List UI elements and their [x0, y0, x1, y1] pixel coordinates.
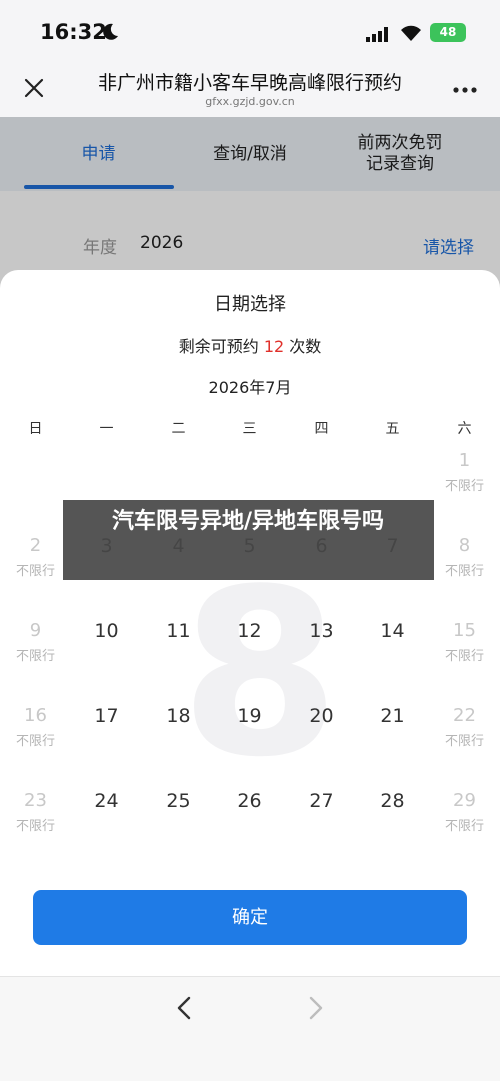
calendar-day-cell[interactable]: 14	[357, 620, 428, 705]
calendar-day-cell[interactable]: 23 不限行	[0, 790, 71, 875]
calendar-day-number: 19	[237, 705, 262, 727]
calendar-day-cell[interactable]: 11	[143, 620, 214, 705]
calendar-day-number: 26	[237, 790, 262, 812]
calendar-day-cell[interactable]: 26	[214, 790, 285, 875]
calendar-day-status: 不限行	[15, 564, 55, 579]
calendar-day-number: 15	[453, 620, 476, 641]
remaining-suffix: 次数	[289, 337, 322, 356]
calendar-day-number: 1	[458, 450, 471, 471]
nav-header: 非广州市籍小客车早晚高峰限行预约 gfxx.gzjd.gov.cn	[0, 62, 500, 117]
calendar-day-cell[interactable]: 24	[71, 790, 142, 875]
calendar-day-cell[interactable]: 28	[357, 790, 428, 875]
date-picker-title: 日期选择	[214, 294, 286, 315]
calendar-day-status: 不限行	[444, 649, 484, 664]
calendar-day-number: 9	[29, 620, 42, 641]
calendar-day-status: 不限行	[444, 479, 484, 494]
calendar-day-status: 不限行	[444, 734, 484, 749]
weekday-thu: 四	[314, 421, 329, 437]
calendar-day-number: 12	[237, 620, 262, 642]
watermark-banner-text: 汽车限号异地/异地车限号吗	[111, 509, 385, 534]
weekday-sat: 六	[457, 421, 472, 437]
calendar-day-cell[interactable]: 12	[214, 620, 285, 705]
remaining-count: 12	[263, 337, 285, 356]
calendar-day-cell[interactable]: 8 不限行	[429, 535, 500, 620]
calendar-day-cell[interactable]: 27	[286, 790, 357, 875]
calendar-day-cell[interactable]: 10	[71, 620, 142, 705]
forward-arrow-icon[interactable]	[302, 995, 328, 1021]
calendar-day-number: 16	[24, 705, 47, 726]
calendar-day-status: 不限行	[444, 819, 484, 834]
calendar-day-number: 10	[94, 620, 119, 642]
calendar-day-cell[interactable]: 25	[143, 790, 214, 875]
back-arrow-icon[interactable]	[172, 995, 198, 1021]
more-options-icon[interactable]	[452, 86, 478, 94]
calendar-day-status: 不限行	[15, 734, 55, 749]
calendar-day-number: 25	[166, 790, 191, 812]
browser-bottom-bar	[0, 976, 500, 1081]
calendar-day-number: 24	[94, 790, 119, 812]
weekday-mon: 一	[99, 421, 114, 437]
calendar-day-number: 23	[24, 790, 47, 811]
calendar-day-cell[interactable]: 21	[357, 705, 428, 790]
calendar-day-number: 8	[458, 535, 471, 556]
weekday-wed: 三	[242, 421, 257, 437]
remaining-prefix: 剩余可预约	[178, 337, 259, 356]
wifi-icon	[401, 25, 421, 41]
remaining-count-text: 剩余可预约 12 次数	[0, 333, 500, 357]
calendar-day-cell[interactable]: 22 不限行	[429, 705, 500, 790]
weekday-fri: 五	[385, 421, 400, 437]
confirm-button[interactable]: 确定	[33, 890, 467, 945]
calendar-day-number: 27	[309, 790, 334, 812]
calendar-day-number: 21	[380, 705, 405, 727]
calendar-day-status: 不限行	[444, 564, 484, 579]
status-time: 16:32	[40, 20, 107, 44]
calendar-day-cell[interactable]: 15 不限行	[429, 620, 500, 705]
calendar-day-cell[interactable]: 9 不限行	[0, 620, 71, 705]
calendar-day-number: 17	[94, 705, 119, 727]
weekday-header: 日 一 二 三 四 五 六	[0, 418, 500, 446]
calendar-day-cell[interactable]: 17	[71, 705, 142, 790]
calendar-day-number: 28	[380, 790, 405, 812]
date-picker-sheet: 日期选择 剩余可预约 12 次数 2026年7月 日 一 二 三 四 五 六 8…	[0, 270, 500, 976]
calendar-day-cell[interactable]: 1 不限行	[429, 450, 500, 535]
calendar-day-number: 2	[29, 535, 42, 556]
calendar-day-cell[interactable]: 2 不限行	[0, 535, 71, 620]
calendar-day-cell	[0, 450, 71, 535]
calendar-day-cell[interactable]: 29 不限行	[429, 790, 500, 875]
battery-indicator: 48	[430, 23, 466, 42]
page-url: gfxx.gzjd.gov.cn	[205, 95, 295, 108]
calendar-day-status: 不限行	[15, 819, 55, 834]
calendar-day-number: 22	[453, 705, 476, 726]
calendar-day-number: 13	[309, 620, 334, 642]
calendar-day-number: 20	[309, 705, 334, 727]
status-bar: 16:32 48	[0, 0, 500, 62]
calendar-day-number: 29	[453, 790, 476, 811]
calendar-day-number: 18	[166, 705, 191, 727]
month-label: 2026年7月	[208, 378, 292, 397]
calendar-day-number: 11	[166, 620, 191, 642]
weekday-sun: 日	[28, 421, 43, 437]
moon-icon	[103, 23, 118, 40]
calendar-day-status: 不限行	[15, 649, 55, 664]
calendar-day-cell[interactable]: 13	[286, 620, 357, 705]
watermark-banner: 汽车限号异地/异地车限号吗	[63, 500, 434, 580]
calendar-day-cell[interactable]: 18	[143, 705, 214, 790]
calendar-day-number: 14	[380, 620, 405, 642]
signal-icon	[366, 27, 388, 42]
calendar-day-cell[interactable]: 19	[214, 705, 285, 790]
calendar-day-cell[interactable]: 16 不限行	[0, 705, 71, 790]
page-title: 非广州市籍小客车早晚高峰限行预约	[97, 72, 402, 94]
calendar-day-cell[interactable]: 20	[286, 705, 357, 790]
weekday-tue: 二	[171, 421, 186, 437]
